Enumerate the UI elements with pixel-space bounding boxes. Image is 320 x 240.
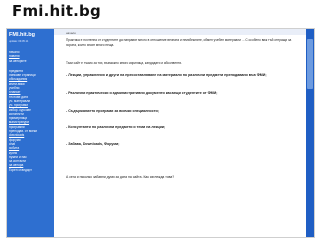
site-name[interactable]: FMI.hit.bg	[9, 32, 35, 38]
closing-question: А сега и няколко забавни думи за дата на…	[66, 175, 175, 179]
feature-bullet: - Консултанти по различни предмети и тем…	[66, 125, 166, 129]
slide-title: Fmi.hit.bg	[12, 2, 101, 20]
main-content: начало Практика е почтенна от студентите…	[54, 29, 314, 237]
intro-paragraph-2: Тази сайт е тъкмо за тях, възможно много…	[66, 61, 182, 65]
sidebar-nav-link[interactable]: Горен стандарт	[9, 168, 53, 172]
scrollbar-thumb[interactable]	[307, 39, 313, 89]
feature-bullet: - Съдържанието програми за всички специа…	[66, 109, 159, 113]
feature-bullet: - Забава, Downloads, Форуми;	[66, 142, 120, 146]
site-update-date: update: 09.05.11	[9, 40, 29, 43]
intro-paragraph: Практика е почтенна от студентите да нап…	[66, 38, 292, 47]
content-top-bar: начало	[54, 29, 314, 35]
feature-bullet: - Лекции, упражнения и други на пресоста…	[66, 73, 267, 77]
feature-bullet: - Различни практически и административни…	[66, 91, 218, 95]
sidebar: FMI.hit.bg update: 09.05.11 начало новини…	[7, 29, 54, 237]
sidebar-nav: начало новини за авторите предмети линкове с…	[9, 50, 53, 172]
content-top-bar-label: начало	[66, 30, 76, 35]
website-screenshot: FMI.hit.bg update: 09.05.11 начало новини…	[6, 28, 315, 238]
vertical-scrollbar[interactable]	[306, 29, 314, 237]
